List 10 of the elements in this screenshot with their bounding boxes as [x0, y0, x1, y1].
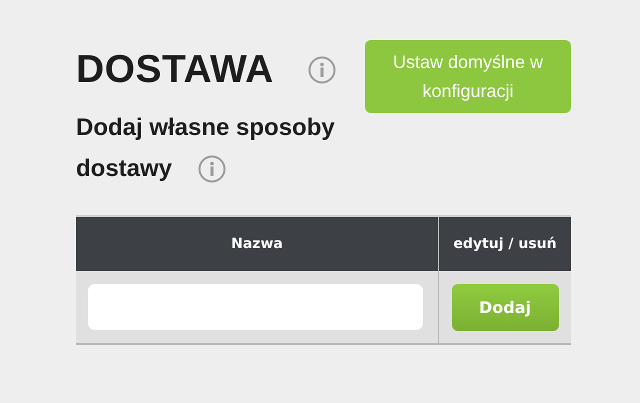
section-heading: Dodaj własne sposoby [76, 113, 335, 143]
section-heading: dostawy [76, 154, 172, 184]
add-button[interactable]: Dodaj [452, 284, 558, 330]
info-icon[interactable] [308, 56, 336, 84]
column-header: Nazwa [76, 216, 438, 271]
set-default-button[interactable]: Ustaw domyślne w konfiguracji [365, 40, 571, 113]
column-header: edytuj / usuń [438, 216, 571, 271]
info-icon[interactable] [198, 154, 226, 182]
name-input-field[interactable] [88, 284, 423, 330]
page-title: DOSTAWA [76, 48, 274, 92]
